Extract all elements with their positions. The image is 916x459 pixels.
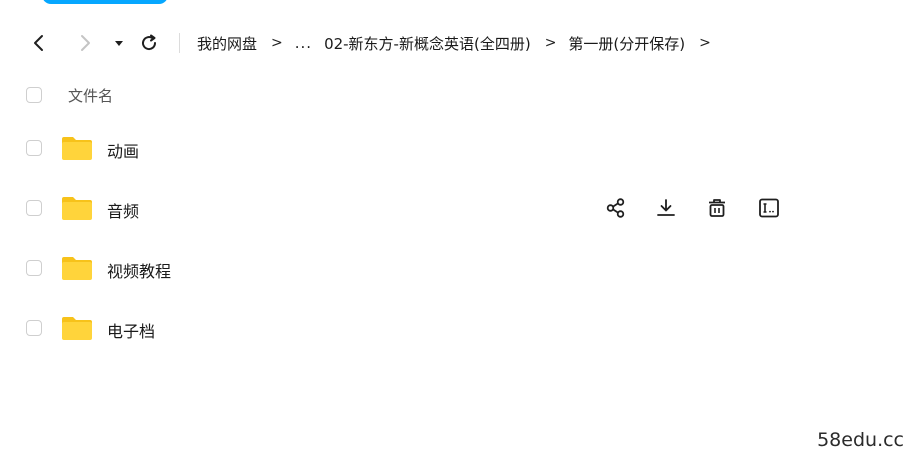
- dropdown-caret-icon: [115, 41, 123, 46]
- file-name[interactable]: 动画: [107, 138, 139, 162]
- folder-icon: [62, 137, 92, 160]
- back-icon: [34, 35, 43, 51]
- row-checkbox[interactable]: [26, 140, 42, 156]
- breadcrumb-item-root[interactable]: 我的网盘: [197, 33, 257, 54]
- file-row[interactable]: 动画: [0, 128, 916, 168]
- file-name[interactable]: 视频教程: [107, 258, 171, 282]
- file-row[interactable]: 电子档: [0, 308, 916, 348]
- select-all-checkbox[interactable]: [26, 87, 42, 103]
- navigation-toolbar: 我的网盘 > ... 02-新东方-新概念英语(全四册) > 第一册(分开保存)…: [0, 24, 916, 62]
- folder-icon: [62, 317, 92, 340]
- watermark: 58edu.cc: [817, 429, 904, 451]
- file-name[interactable]: 电子档: [107, 318, 155, 342]
- breadcrumb-item-current[interactable]: 第一册(分开保存): [568, 33, 685, 54]
- row-checkbox[interactable]: [26, 320, 42, 336]
- rename-icon: [759, 198, 779, 218]
- toolbar-divider: [179, 33, 180, 53]
- share-button[interactable]: [603, 195, 629, 221]
- breadcrumb: 我的网盘 > ... 02-新东方-新概念英语(全四册) > 第一册(分开保存)…: [197, 24, 723, 62]
- folder-icon: [62, 257, 92, 280]
- breadcrumb-separator: >: [544, 35, 557, 51]
- history-dropdown-button[interactable]: [106, 30, 132, 56]
- rename-button[interactable]: [756, 195, 782, 221]
- file-name[interactable]: 音频: [107, 198, 139, 222]
- folder-icon: [62, 197, 92, 220]
- breadcrumb-ellipsis[interactable]: ...: [295, 34, 312, 52]
- refresh-icon: [142, 34, 157, 51]
- column-header-filename[interactable]: 文件名: [68, 85, 113, 106]
- share-icon: [606, 198, 625, 218]
- breadcrumb-separator: >: [699, 35, 711, 51]
- refresh-button[interactable]: [136, 30, 162, 56]
- back-button[interactable]: [26, 30, 52, 56]
- delete-icon: [709, 199, 725, 217]
- download-icon: [657, 199, 675, 216]
- breadcrumb-item-course[interactable]: 02-新东方-新概念英语(全四册): [324, 33, 531, 54]
- top-action-button[interactable]: [42, 0, 168, 4]
- row-checkbox[interactable]: [26, 260, 42, 276]
- file-row[interactable]: 音频: [0, 188, 916, 228]
- file-row[interactable]: 视频教程: [0, 248, 916, 288]
- download-button[interactable]: [653, 195, 679, 221]
- forward-icon: [81, 35, 90, 51]
- breadcrumb-separator: >: [271, 35, 283, 51]
- delete-button[interactable]: [704, 195, 730, 221]
- row-checkbox[interactable]: [26, 200, 42, 216]
- forward-button[interactable]: [72, 30, 98, 56]
- file-list-header: 文件名: [0, 80, 916, 110]
